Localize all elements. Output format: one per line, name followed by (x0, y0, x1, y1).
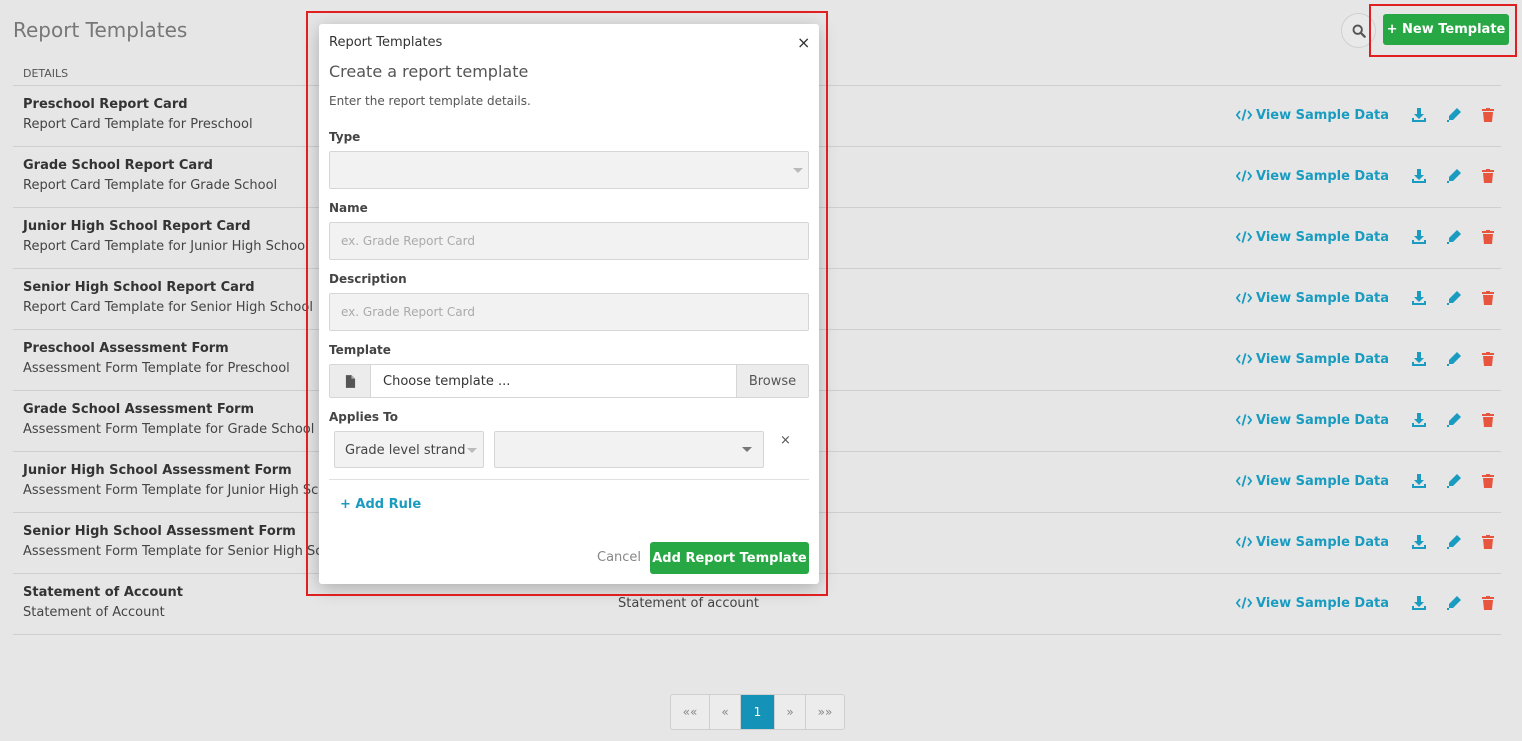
template-name: Statement of Account (23, 585, 183, 600)
template-description: Report Card Template for Junior High Sch… (23, 239, 309, 254)
view-sample-data-label: View Sample Data (1256, 412, 1389, 428)
template-name: Preschool Assessment Form (23, 341, 229, 356)
edit-icon[interactable] (1446, 534, 1462, 550)
search-icon (1352, 24, 1366, 38)
template-description: Report Card Template for Preschool (23, 117, 253, 132)
delete-icon[interactable] (1480, 107, 1496, 123)
download-icon[interactable] (1411, 107, 1427, 123)
download-icon[interactable] (1411, 290, 1427, 306)
template-name: Preschool Report Card (23, 97, 188, 112)
view-sample-data-link[interactable]: View Sample Data (1236, 412, 1389, 428)
first-page-button[interactable]: «« (671, 695, 710, 729)
modal-highlight (306, 11, 828, 596)
download-icon[interactable] (1411, 595, 1427, 611)
template-name: Senior High School Report Card (23, 280, 255, 295)
pagination: «« « 1 » »» (670, 694, 845, 730)
template-description: Assessment Form Template for Junior High… (23, 483, 346, 498)
template-description: Report Card Template for Senior High Sch… (23, 300, 313, 315)
download-icon[interactable] (1411, 229, 1427, 245)
view-sample-data-link[interactable]: View Sample Data (1236, 290, 1389, 306)
template-description: Statement of Account (23, 605, 165, 620)
view-sample-data-label: View Sample Data (1256, 473, 1389, 489)
code-icon (1236, 290, 1256, 306)
row-actions: View Sample Data (1236, 229, 1496, 245)
download-icon[interactable] (1411, 473, 1427, 489)
edit-icon[interactable] (1446, 351, 1462, 367)
delete-icon[interactable] (1480, 473, 1496, 489)
page-title: Report Templates (13, 18, 188, 42)
delete-icon[interactable] (1480, 412, 1496, 428)
template-type: Statement of account (618, 596, 759, 611)
view-sample-data-link[interactable]: View Sample Data (1236, 473, 1389, 489)
view-sample-data-label: View Sample Data (1256, 168, 1389, 184)
view-sample-data-label: View Sample Data (1256, 290, 1389, 306)
template-name: Senior High School Assessment Form (23, 524, 296, 539)
code-icon (1236, 412, 1256, 428)
edit-icon[interactable] (1446, 168, 1462, 184)
row-actions: View Sample Data (1236, 534, 1496, 550)
delete-icon[interactable] (1480, 534, 1496, 550)
prev-page-button[interactable]: « (710, 695, 741, 729)
view-sample-data-link[interactable]: View Sample Data (1236, 229, 1389, 245)
template-name: Junior High School Assessment Form (23, 463, 292, 478)
row-actions: View Sample Data (1236, 168, 1496, 184)
page-1-button[interactable]: 1 (741, 695, 775, 729)
download-icon[interactable] (1411, 351, 1427, 367)
view-sample-data-label: View Sample Data (1256, 351, 1389, 367)
code-icon (1236, 473, 1256, 489)
template-name: Grade School Report Card (23, 158, 213, 173)
template-description: Assessment Form Template for Preschool (23, 361, 290, 376)
code-icon (1236, 229, 1256, 245)
code-icon (1236, 107, 1256, 123)
template-description: Report Card Template for Grade School (23, 178, 278, 193)
code-icon (1236, 351, 1256, 367)
code-icon (1236, 534, 1256, 550)
code-icon (1236, 168, 1256, 184)
new-template-highlight (1369, 4, 1517, 57)
delete-icon[interactable] (1480, 229, 1496, 245)
row-actions: View Sample Data (1236, 473, 1496, 489)
view-sample-data-link[interactable]: View Sample Data (1236, 595, 1389, 611)
view-sample-data-label: View Sample Data (1256, 107, 1389, 123)
view-sample-data-label: View Sample Data (1256, 534, 1389, 550)
delete-icon[interactable] (1480, 290, 1496, 306)
row-actions: View Sample Data (1236, 107, 1496, 123)
last-page-button[interactable]: »» (806, 695, 844, 729)
view-sample-data-link[interactable]: View Sample Data (1236, 534, 1389, 550)
view-sample-data-label: View Sample Data (1256, 229, 1389, 245)
delete-icon[interactable] (1480, 351, 1496, 367)
template-name: Junior High School Report Card (23, 219, 251, 234)
edit-icon[interactable] (1446, 412, 1462, 428)
download-icon[interactable] (1411, 534, 1427, 550)
row-actions: View Sample Data (1236, 595, 1496, 611)
edit-icon[interactable] (1446, 290, 1462, 306)
view-sample-data-link[interactable]: View Sample Data (1236, 107, 1389, 123)
view-sample-data-link[interactable]: View Sample Data (1236, 168, 1389, 184)
row-actions: View Sample Data (1236, 412, 1496, 428)
row-actions: View Sample Data (1236, 351, 1496, 367)
edit-icon[interactable] (1446, 595, 1462, 611)
view-sample-data-link[interactable]: View Sample Data (1236, 351, 1389, 367)
delete-icon[interactable] (1480, 595, 1496, 611)
view-sample-data-label: View Sample Data (1256, 595, 1389, 611)
download-icon[interactable] (1411, 168, 1427, 184)
template-name: Grade School Assessment Form (23, 402, 255, 417)
edit-icon[interactable] (1446, 473, 1462, 489)
row-actions: View Sample Data (1236, 290, 1496, 306)
edit-icon[interactable] (1446, 107, 1462, 123)
template-description: Assessment Form Template for Grade Schoo… (23, 422, 315, 437)
template-description: Assessment Form Template for Senior High… (23, 544, 351, 559)
edit-icon[interactable] (1446, 229, 1462, 245)
download-icon[interactable] (1411, 412, 1427, 428)
delete-icon[interactable] (1480, 168, 1496, 184)
code-icon (1236, 595, 1256, 611)
next-page-button[interactable]: » (775, 695, 806, 729)
